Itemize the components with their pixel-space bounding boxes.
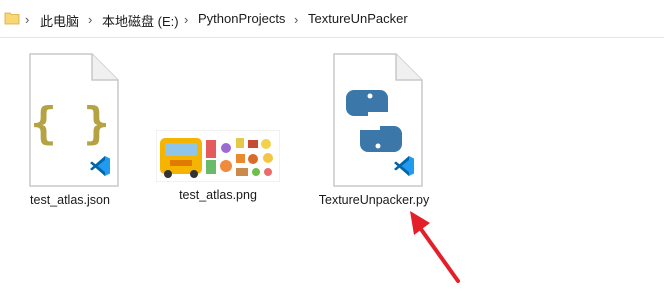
breadcrumb-item-local-disk[interactable]: 本地磁盘 (E:): [102, 11, 179, 30]
file-item-png[interactable]: test_atlas.png: [156, 52, 280, 202]
breadcrumb-separator: ›: [184, 12, 189, 27]
file-item-json[interactable]: { } test_atlas.json: [10, 52, 130, 207]
breadcrumb-separator: ›: [294, 12, 299, 27]
breadcrumb-separator: ›: [25, 12, 30, 27]
annotation-arrow-icon: [400, 205, 464, 290]
breadcrumb-item-this-pc[interactable]: 此电脑: [40, 11, 79, 30]
vscode-icon: [88, 154, 112, 183]
svg-text:{ }: { }: [30, 98, 109, 149]
breadcrumb-item-textureunpacker[interactable]: TextureUnPacker: [308, 11, 408, 26]
file-name-label: test_atlas.json: [30, 193, 110, 207]
file-name-label: test_atlas.png: [179, 188, 257, 202]
address-bar[interactable]: › 此电脑 › 本地磁盘 (E:) › PythonProjects › Tex…: [0, 0, 664, 38]
image-thumbnail: [156, 52, 280, 188]
vscode-icon: [392, 154, 416, 183]
breadcrumb-item-pythonprojects[interactable]: PythonProjects: [198, 11, 285, 26]
folder-icon: [4, 11, 20, 30]
breadcrumb-separator: ›: [88, 12, 93, 27]
file-item-python[interactable]: TextureUnpacker.py: [314, 52, 434, 207]
